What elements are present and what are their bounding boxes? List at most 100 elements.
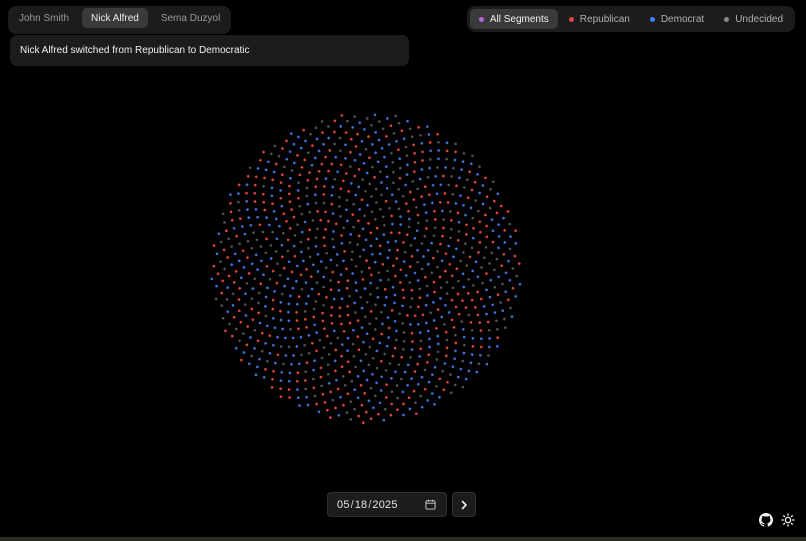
voter-dot <box>477 362 481 366</box>
voter-dot <box>343 250 346 253</box>
date-day[interactable]: 18 <box>355 499 368 511</box>
voter-dot <box>306 202 310 206</box>
voter-dot <box>454 202 458 205</box>
voter-dot <box>298 173 302 177</box>
date-month[interactable]: 05 <box>337 499 350 511</box>
voter-dot <box>482 256 486 260</box>
voter-dot <box>324 177 328 180</box>
voter-dot <box>257 291 261 295</box>
voter-dot <box>379 207 382 211</box>
voter-dot <box>273 144 277 148</box>
voter-dot <box>418 331 422 334</box>
voter-dot <box>413 370 417 373</box>
voter-dot <box>227 274 231 278</box>
voter-dot <box>240 225 244 228</box>
voter-dot <box>438 395 441 399</box>
voter-dot <box>480 337 483 341</box>
voter-dot <box>376 286 379 290</box>
voter-dot <box>496 345 499 348</box>
date-year[interactable]: 2025 <box>372 499 397 511</box>
date-input[interactable]: 05 / 18 / 2025 <box>327 492 447 517</box>
voter-dot <box>322 193 326 196</box>
voter-dot <box>443 269 447 273</box>
voter-dot <box>408 190 412 194</box>
voter-dot <box>402 413 405 417</box>
voter-dot <box>415 229 419 233</box>
voter-dot <box>223 221 226 224</box>
voter-dot <box>367 222 370 225</box>
voter-dot <box>245 343 249 347</box>
next-date-button[interactable] <box>452 492 476 517</box>
voter-dot <box>297 181 300 185</box>
voter-dot <box>398 281 402 284</box>
voter-dot <box>351 342 355 346</box>
voter-dot <box>335 263 339 267</box>
voter-dot <box>409 244 413 247</box>
voter-dot <box>383 223 386 227</box>
voter-dot <box>361 421 365 425</box>
voter-dot <box>259 282 263 286</box>
voter-dot <box>509 235 512 239</box>
voter-dot <box>405 173 409 176</box>
voter-dot <box>416 248 419 252</box>
voter-dot <box>438 275 442 279</box>
voter-dot <box>383 155 386 159</box>
voter-dot <box>453 383 457 387</box>
voter-dot <box>329 390 333 394</box>
calendar-icon[interactable] <box>425 499 436 510</box>
voter-dot <box>429 149 432 153</box>
voter-dot <box>278 273 282 277</box>
voter-dot <box>455 267 459 271</box>
voter-dot <box>315 331 319 334</box>
voter-dot <box>305 361 309 365</box>
voter-dot <box>509 306 512 310</box>
voter-dot <box>311 219 315 222</box>
voter-dot <box>377 271 381 275</box>
voter-dot <box>288 184 291 188</box>
voter-dot <box>282 165 286 169</box>
voter-dot <box>396 248 399 252</box>
voter-dot <box>296 189 300 192</box>
voter-dot <box>464 242 467 245</box>
voter-dot <box>420 195 423 198</box>
voter-dot <box>413 160 417 164</box>
voter-dot <box>451 365 455 369</box>
voter-dot <box>502 216 505 220</box>
voter-dot <box>439 242 442 246</box>
sun-icon[interactable] <box>781 513 795 527</box>
voter-dot <box>334 222 338 226</box>
voter-dot <box>320 120 324 123</box>
github-icon[interactable] <box>759 513 773 527</box>
voter-dot <box>450 219 453 222</box>
voter-dot <box>290 208 293 211</box>
voter-dot <box>384 369 388 372</box>
voter-dot <box>326 408 329 412</box>
voter-dot <box>330 202 334 206</box>
voter-dot <box>441 369 445 373</box>
voter-dot <box>464 306 468 309</box>
voter-dot <box>397 148 400 152</box>
voter-dot <box>314 185 318 189</box>
voter-dot <box>388 248 391 252</box>
voter-dot <box>260 331 264 335</box>
voter-dot <box>309 275 313 278</box>
voter-dot <box>461 299 464 302</box>
voter-dot <box>423 368 427 372</box>
voter-dot <box>352 354 356 358</box>
voter-dot <box>230 245 234 248</box>
voter-dot <box>497 275 501 279</box>
voter-dot <box>359 383 363 387</box>
voter-dot <box>479 230 482 234</box>
voter-dot <box>264 251 268 255</box>
voter-dot <box>254 373 258 377</box>
voter-dot <box>387 336 391 339</box>
voter-dot <box>395 384 399 387</box>
voter-dot <box>250 262 254 266</box>
voter-dot <box>260 349 264 353</box>
voter-dot <box>310 163 314 167</box>
voter-dot <box>338 195 341 199</box>
voter-dot <box>371 337 375 341</box>
voter-dot <box>362 369 366 373</box>
voter-dot <box>233 252 237 256</box>
voter-dot <box>447 244 451 248</box>
